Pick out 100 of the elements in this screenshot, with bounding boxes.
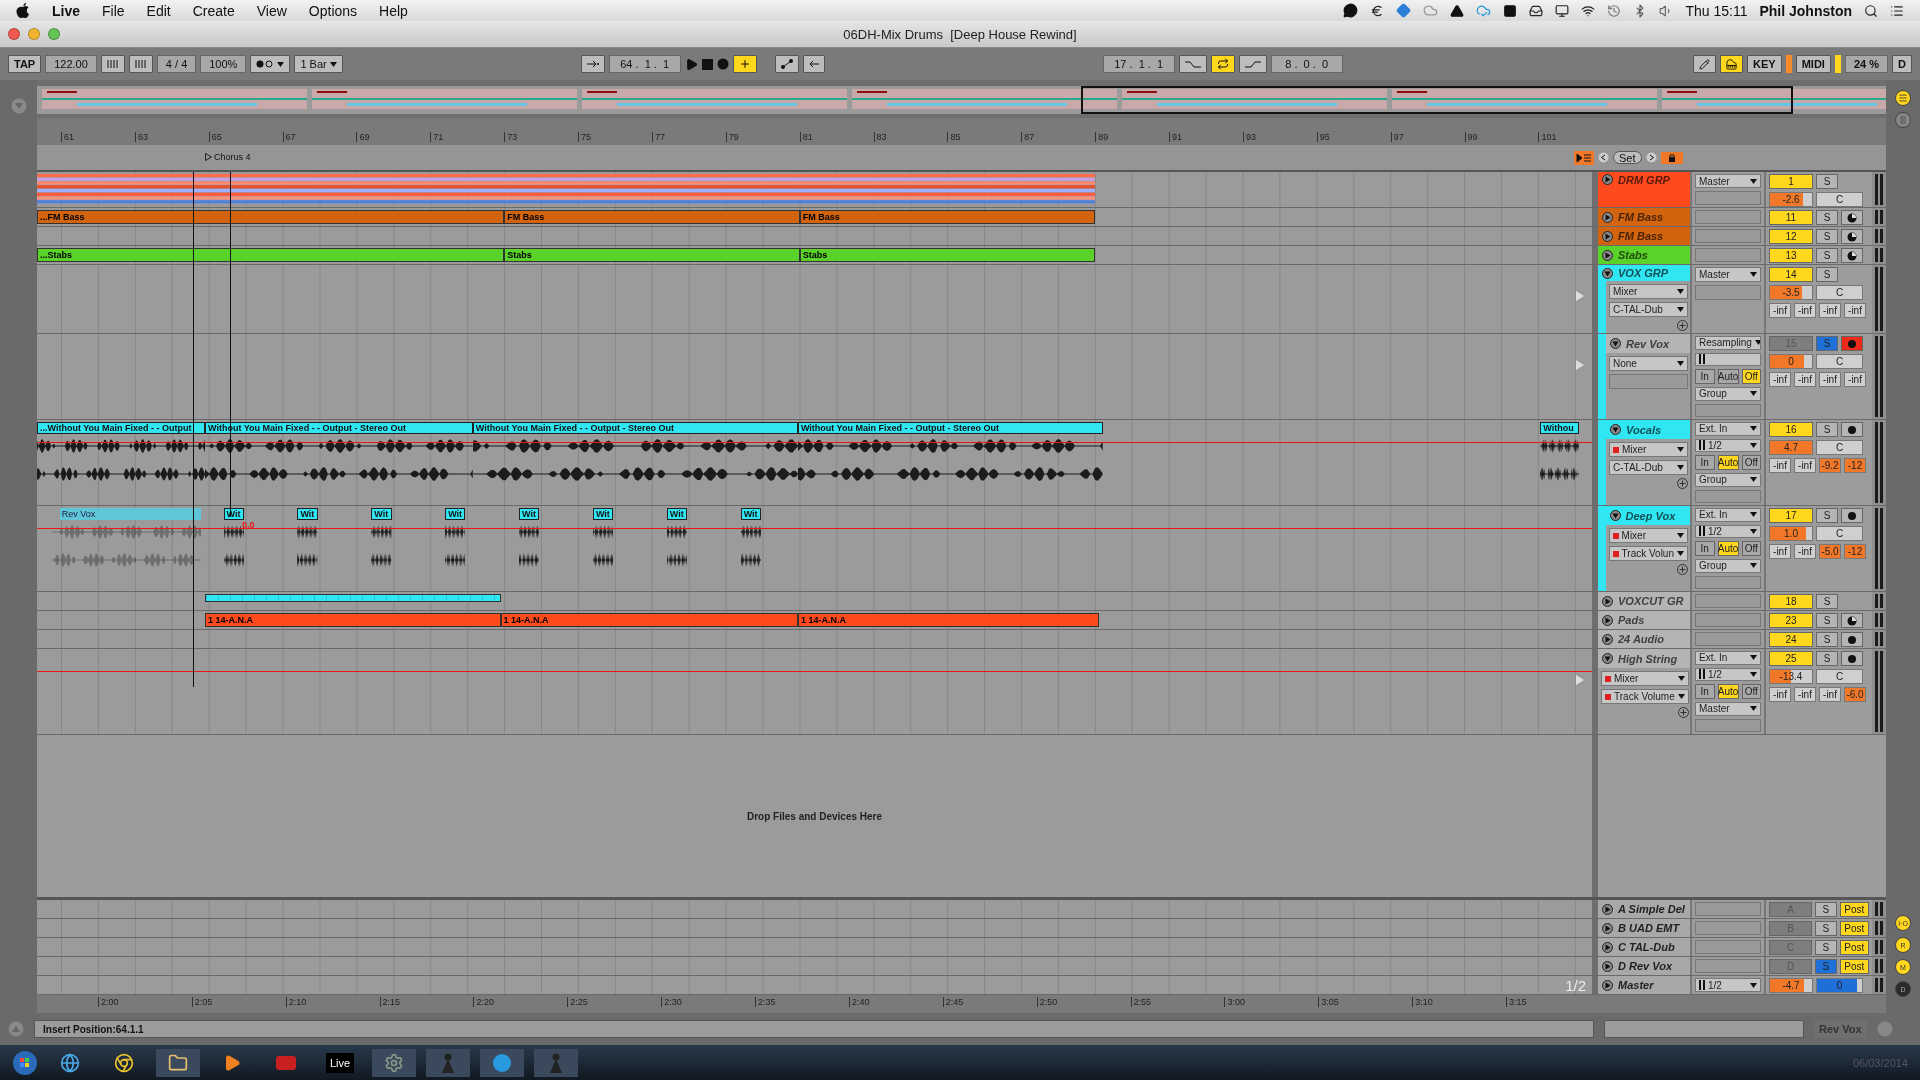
midi-clip[interactable]: 1 14-A.N.A — [797, 613, 1099, 627]
key-map-button[interactable]: KEY — [1747, 55, 1782, 73]
draw-mode-button[interactable] — [1693, 55, 1717, 73]
send-knob[interactable]: -inf — [1769, 303, 1791, 318]
send-knob[interactable]: -inf — [1794, 303, 1816, 318]
clip-header[interactable]: Wit — [740, 508, 761, 520]
locator[interactable]: Chorus 4 — [205, 152, 251, 162]
punch-out-button[interactable] — [1238, 55, 1267, 73]
view-toggle[interactable] — [1895, 112, 1911, 128]
midi-clip[interactable]: Stabs — [504, 248, 800, 262]
track-activator[interactable]: 11 — [1769, 210, 1813, 225]
previous-locator-icon[interactable] — [1598, 152, 1609, 163]
add-device-icon[interactable] — [1677, 564, 1688, 575]
clip-header[interactable]: ...Without You Main Fixed - - Output — [37, 422, 206, 434]
solo-button[interactable]: S — [1816, 508, 1838, 523]
track-title[interactable]: C TAL-Dub — [1598, 938, 1690, 956]
add-device-icon[interactable] — [1677, 320, 1688, 331]
follow-button[interactable] — [580, 55, 605, 73]
arm-button[interactable] — [1841, 508, 1863, 523]
track-title[interactable]: Vocals — [1606, 420, 1690, 439]
collapse-arrow-icon[interactable] — [1602, 653, 1613, 664]
track-activator[interactable]: 18 — [1769, 594, 1813, 609]
solo-button[interactable]: S — [1816, 174, 1838, 189]
expand-arrow-icon[interactable] — [1602, 941, 1613, 953]
device-chooser[interactable]: Mixer — [1609, 284, 1688, 299]
stop-icon[interactable] — [701, 58, 713, 70]
send-knob[interactable]: -inf — [1794, 458, 1816, 473]
arrangement-record-icon[interactable] — [1574, 150, 1594, 165]
send-knob[interactable]: -6.0 — [1844, 687, 1866, 702]
automation-arm-button[interactable] — [774, 55, 799, 73]
solo-button[interactable]: S — [1816, 651, 1838, 666]
track-activator[interactable]: 24 — [1769, 632, 1813, 647]
monitor-button[interactable]: In — [1695, 455, 1715, 470]
monitor-button[interactable]: Off — [1741, 541, 1761, 556]
menu-item[interactable]: Create — [192, 2, 235, 19]
track-title[interactable]: FM Bass — [1598, 208, 1690, 226]
volume-slider[interactable]: -2.6 — [1769, 192, 1813, 207]
solo-button[interactable]: S — [1816, 210, 1838, 225]
clip-header[interactable]: Wit — [519, 508, 540, 520]
solo-button[interactable]: S — [1816, 422, 1838, 437]
expand-arrow-icon[interactable] — [1602, 903, 1613, 915]
send-knob[interactable]: -inf — [1819, 372, 1841, 387]
loop-button[interactable] — [1210, 55, 1235, 73]
send-knob[interactable]: -inf — [1819, 303, 1841, 318]
input-channel-chooser[interactable]: 1/2 — [1695, 438, 1761, 452]
solo-button[interactable]: S — [1816, 594, 1838, 609]
nudge-up-button[interactable] — [128, 55, 153, 73]
arm-button[interactable] — [1841, 651, 1863, 666]
track-title[interactable]: Pads — [1598, 611, 1690, 629]
solo-button[interactable]: S — [1816, 248, 1838, 263]
clip-header[interactable]: Wit — [445, 508, 466, 520]
clip-header[interactable]: Without You Main Fixed - - Output - Stereo Out — [472, 422, 798, 434]
track-activator[interactable]: 1 — [1769, 174, 1813, 189]
track-title[interactable]: VOX GRP — [1598, 265, 1690, 281]
group-clip-drawing[interactable] — [37, 174, 1096, 204]
solo-button[interactable]: S — [1816, 632, 1838, 647]
expand-arrow-icon[interactable] — [1602, 960, 1613, 972]
midi-clip[interactable]: ...Stabs — [37, 248, 505, 262]
apple-logo-icon[interactable] — [16, 2, 30, 19]
solo-button[interactable]: S — [1816, 229, 1838, 244]
track-activator[interactable]: 25 — [1769, 651, 1813, 666]
track-title[interactable]: DRM GRP — [1598, 172, 1690, 207]
set-locator-button[interactable]: Set — [1613, 151, 1642, 164]
menu-item[interactable]: Live — [52, 2, 80, 19]
collapse-arrow-icon[interactable] — [1609, 510, 1621, 521]
taskbar-item[interactable] — [156, 1048, 200, 1077]
overview-drawing[interactable] — [37, 86, 1886, 114]
device-chooser[interactable]: C-TAL-Dub — [1609, 302, 1688, 317]
input-channel-chooser[interactable]: 1/2 — [1695, 524, 1761, 538]
pan-knob[interactable]: C — [1816, 354, 1863, 369]
computer-keys-button[interactable] — [1720, 55, 1744, 73]
arm-button[interactable] — [1841, 613, 1863, 628]
device-chooser[interactable]: Mixer — [1609, 442, 1688, 457]
midi-clip[interactable]: 1 14-A.N.A — [500, 613, 798, 627]
clip-header[interactable]: Wit — [371, 508, 392, 520]
monitor-button[interactable]: In — [1695, 684, 1715, 699]
tempo-field[interactable]: 122.00 — [45, 55, 97, 73]
volume-slider[interactable]: -4.7 — [1769, 977, 1813, 993]
expand-arrow-icon[interactable] — [1602, 633, 1613, 645]
solo-button[interactable]: S — [1816, 613, 1838, 628]
monitor-button[interactable]: Off — [1741, 684, 1761, 699]
track-title[interactable]: A Simple Del — [1598, 900, 1690, 918]
track-activator[interactable]: 17 — [1769, 508, 1813, 523]
track-title[interactable]: D Rev Vox — [1598, 957, 1690, 975]
track-title[interactable]: Stabs — [1598, 246, 1690, 264]
track-title[interactable]: B UAD EMT — [1598, 919, 1690, 937]
track-title[interactable]: VOXCUT GR — [1598, 592, 1690, 610]
menu-item[interactable]: View — [256, 2, 287, 19]
start-orb-icon[interactable] — [12, 1049, 38, 1076]
output-chooser[interactable]: Group — [1695, 473, 1761, 487]
taskbar-item[interactable]: Live — [318, 1048, 362, 1077]
pan-knob[interactable]: C — [1816, 669, 1863, 684]
zoom-field[interactable]: 100% — [200, 55, 247, 73]
midi-clip[interactable]: FM Bass — [504, 210, 800, 224]
collapse-arrow-icon[interactable] — [1610, 424, 1621, 435]
gutter-toggle-icon[interactable] — [10, 98, 27, 114]
monitor-button[interactable]: Auto — [1717, 369, 1739, 384]
quantize-dropdown[interactable]: 1 Bar — [294, 55, 343, 73]
monitor-button[interactable]: Off — [1741, 369, 1761, 384]
solo-button[interactable]: S — [1815, 920, 1837, 936]
